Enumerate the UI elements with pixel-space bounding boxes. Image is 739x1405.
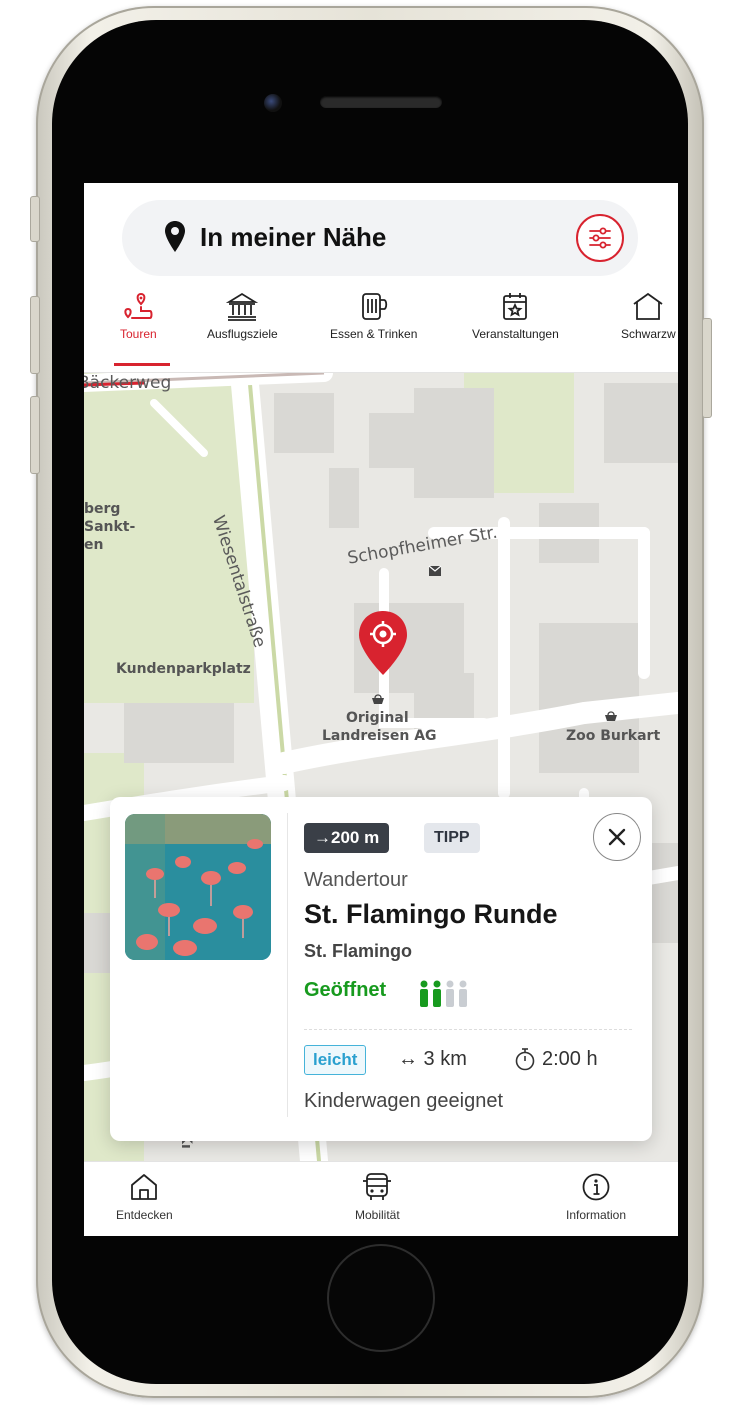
tab-touren[interactable]: Touren: [120, 291, 157, 341]
tab-label-ausflugsziele: Ausflugsziele: [207, 327, 278, 341]
volume-down-button: [30, 396, 40, 474]
tip-badge: TIPP: [424, 823, 480, 853]
info-icon: [582, 1173, 610, 1201]
house-icon: [633, 292, 663, 320]
earpiece-speaker: [320, 96, 442, 108]
bottom-navigation: Entdecken Mobilität Information: [84, 1161, 678, 1236]
mail-poi-icon: [428, 565, 442, 576]
tour-length: ↔ 3 km: [398, 1048, 467, 1070]
filter-sliders-icon: [589, 227, 611, 249]
mute-switch: [30, 196, 40, 242]
home-button[interactable]: [327, 1244, 435, 1352]
bus-icon: [363, 1173, 392, 1200]
category-tabs: Touren Ausflugsziele Essen & Trinken Ver…: [84, 291, 678, 367]
home-icon: [131, 1174, 158, 1200]
occupancy-people-icon: [420, 980, 467, 1007]
tour-note: Kinderwagen geeignet: [304, 1090, 504, 1112]
difficulty-badge: leicht: [304, 1045, 367, 1075]
tab-ausflugsziele[interactable]: Ausflugsziele: [207, 291, 278, 341]
filter-button[interactable]: [576, 214, 624, 262]
tab-label-schwarzwald: Schwarzw: [621, 327, 676, 341]
distance-badge: →200 m: [304, 823, 390, 853]
nav-label-information: Information: [566, 1208, 627, 1222]
tab-label-essen-trinken: Essen & Trinken: [330, 327, 418, 341]
location-search-bar[interactable]: In meiner Nähe: [122, 200, 638, 276]
tab-veranstaltungen[interactable]: Veranstaltungen: [472, 291, 559, 341]
location-label: In meiner Nähe: [200, 222, 387, 252]
top-bar: In meiner Nähe Touren Ausflugsziele Esse…: [84, 183, 678, 373]
poi-label-zoo-burkart: Zoo Burkart: [566, 728, 661, 744]
place-label-line1: berg: [84, 501, 121, 517]
volume-up-button: [30, 296, 40, 374]
calendar-star-icon: [503, 293, 528, 320]
route-icon: [124, 292, 153, 319]
nav-entdecken[interactable]: Entdecken: [116, 1172, 173, 1222]
map-pin-icon: [165, 221, 185, 252]
active-tab-indicator: [114, 363, 170, 366]
tour-duration: 2:00 h: [542, 1048, 598, 1070]
tour-title[interactable]: St. Flamingo Runde: [304, 899, 558, 930]
tour-type: Wandertour: [304, 869, 408, 891]
mug-icon: [361, 293, 387, 320]
app-screen: In meiner Nähe Touren Ausflugsziele Esse…: [84, 183, 678, 1236]
tab-label-touren: Touren: [120, 327, 157, 341]
street-label-baeckerweg: Bäckerweg: [84, 373, 172, 393]
tab-essen-trinken[interactable]: Essen & Trinken: [330, 291, 417, 341]
museum-icon: [226, 292, 259, 321]
poi-label-landreisen-1: Original: [346, 710, 409, 726]
tab-label-veranstaltungen: Veranstaltungen: [472, 327, 559, 341]
nav-mobilitaet[interactable]: Mobilität: [355, 1172, 400, 1222]
nav-label-mobilitaet: Mobilität: [355, 1208, 400, 1222]
poi-label-landreisen-2: Landreisen AG: [322, 728, 437, 744]
tabs-divider: [84, 372, 678, 373]
card-divider: [287, 813, 288, 1117]
stopwatch-icon: [515, 1048, 535, 1071]
power-button: [702, 318, 712, 418]
nav-information[interactable]: Information: [566, 1172, 626, 1222]
nav-label-entdecken: Entdecken: [116, 1208, 173, 1222]
shop-poi-icon: [372, 694, 384, 704]
parking-label: Kundenparkplatz: [116, 661, 251, 677]
tour-detail-card[interactable]: →200 m TIPP Wandertour St. Flamingo Rund…: [110, 797, 652, 1141]
place-label-line2: Sankt-: [84, 519, 136, 535]
flamingo-photo: [125, 814, 271, 960]
close-icon: [608, 828, 626, 846]
tab-schwarzwald[interactable]: Schwarzw: [621, 291, 676, 341]
card-separator: [304, 1029, 632, 1030]
location-target-pin-icon[interactable]: [357, 609, 409, 677]
place-label-line3: en: [84, 537, 104, 553]
shop-poi-icon: [605, 711, 617, 721]
tour-location: St. Flamingo: [304, 941, 412, 961]
front-camera: [264, 94, 282, 112]
close-card-button[interactable]: [593, 813, 641, 861]
open-status: Geöffnet: [304, 979, 387, 1001]
